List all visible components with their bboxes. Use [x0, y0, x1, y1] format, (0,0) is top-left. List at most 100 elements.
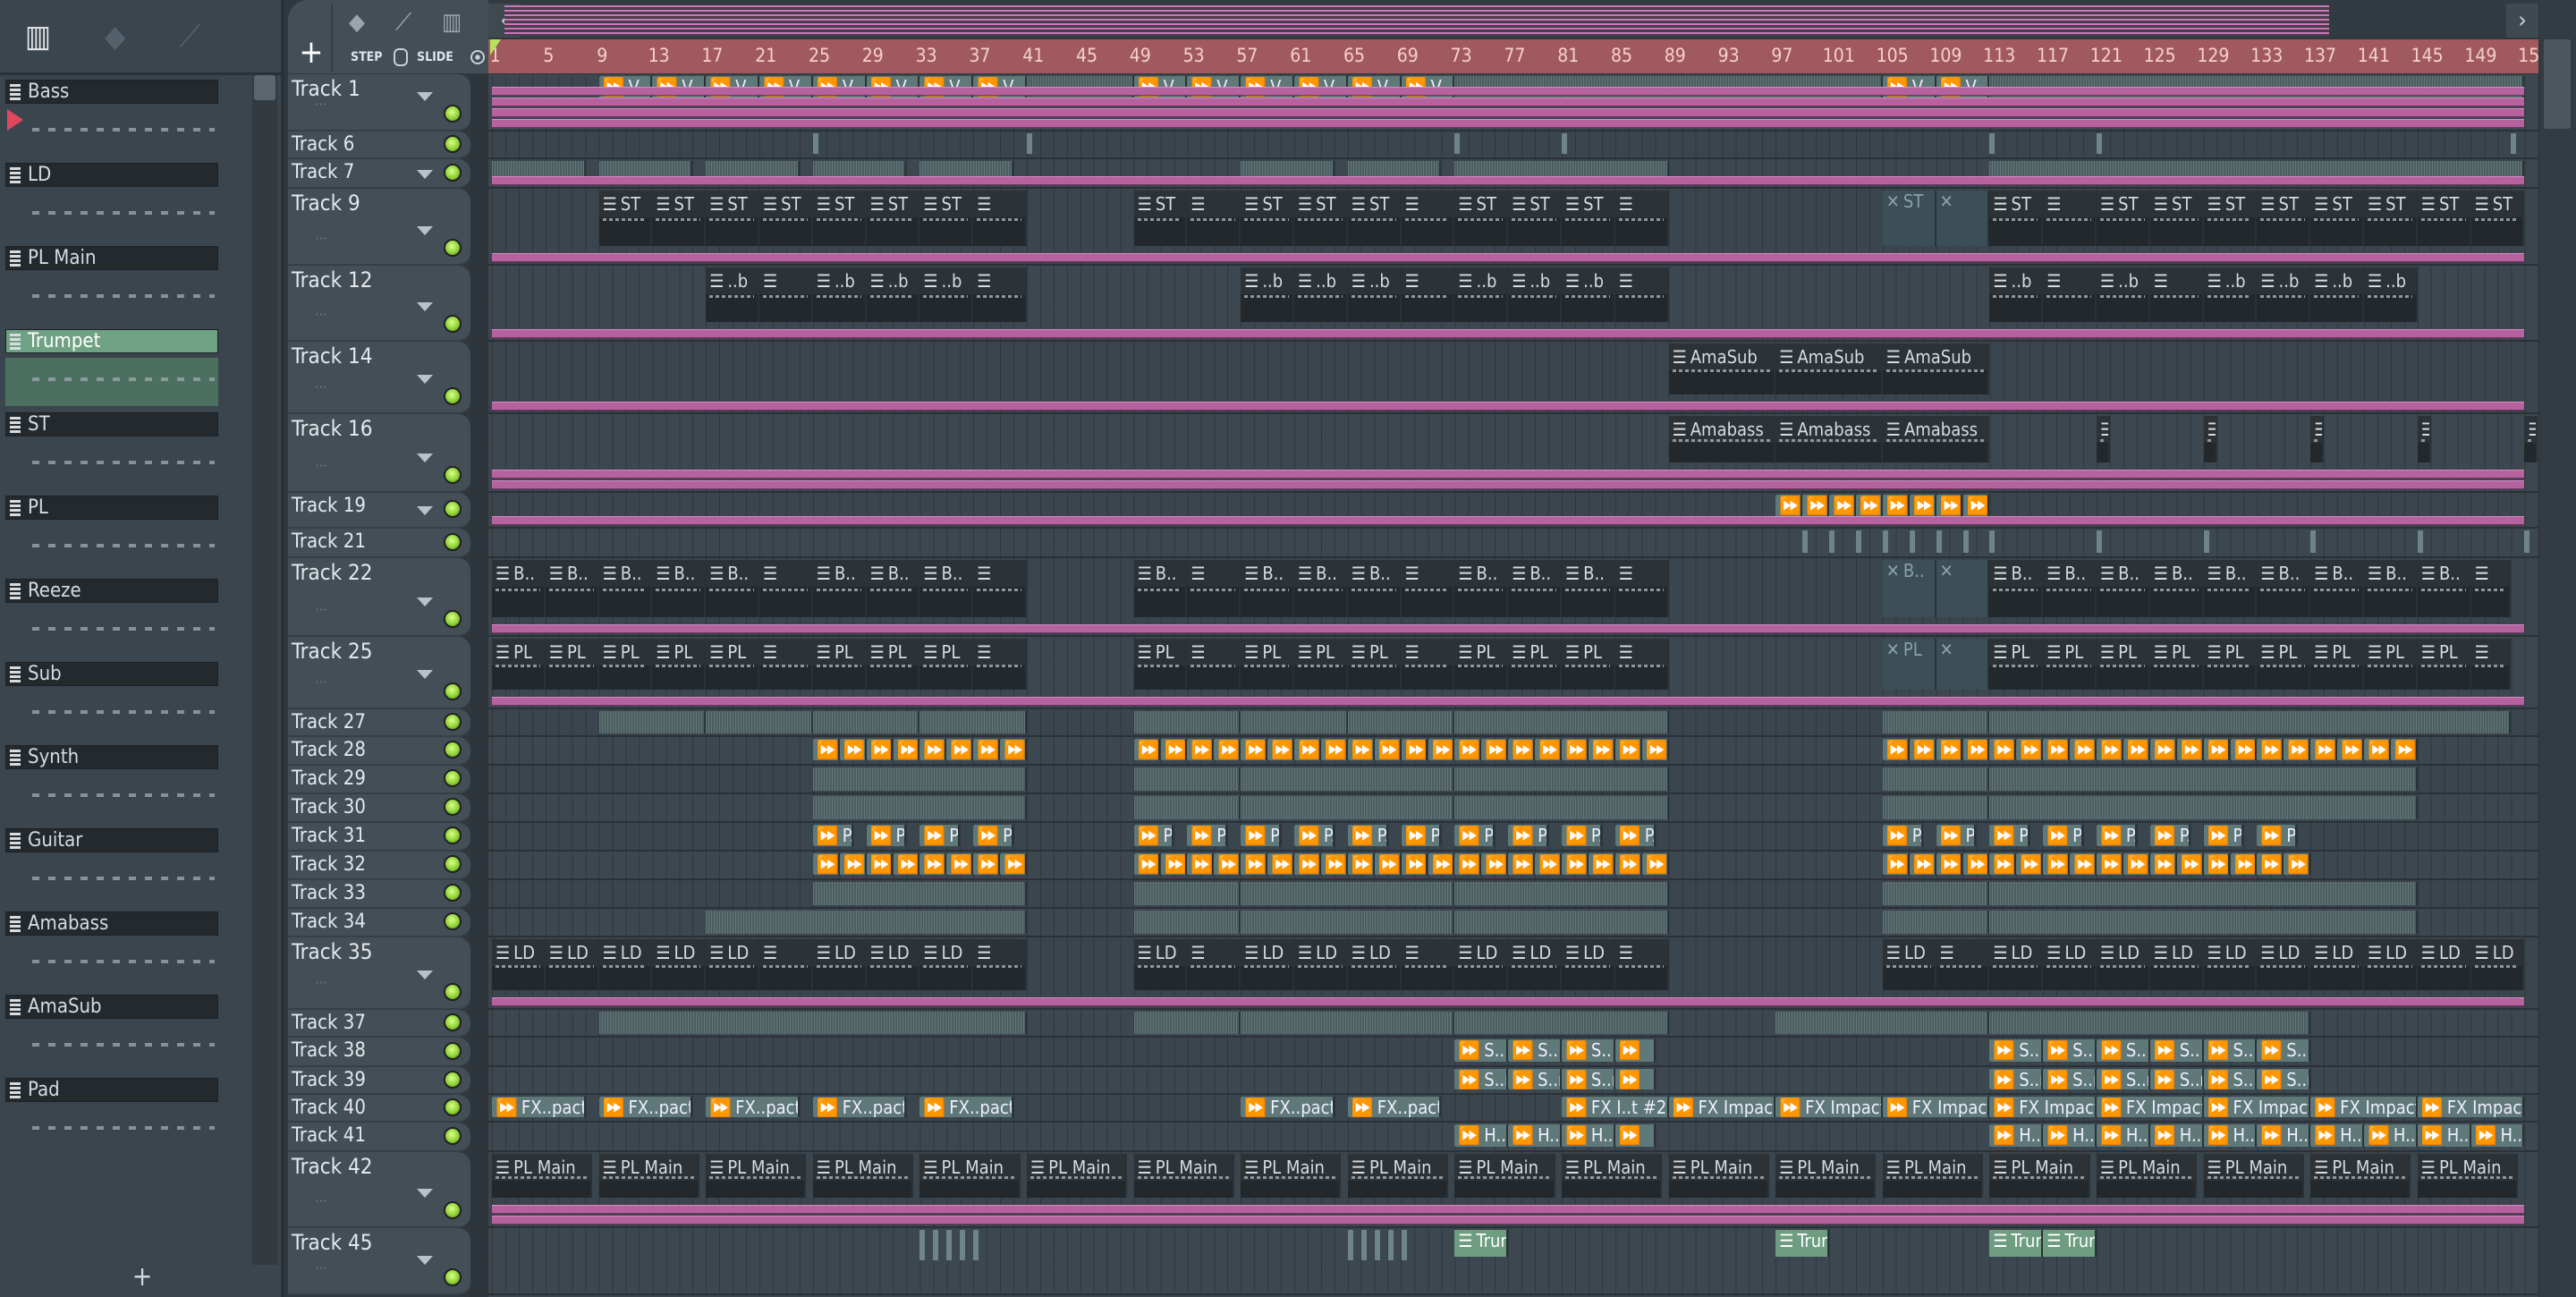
- clip[interactable]: ☰ PL Main: [2310, 1154, 2411, 1198]
- clip[interactable]: ⏩: [1374, 739, 1402, 760]
- clip[interactable]: ☰: [1614, 639, 1669, 690]
- clip[interactable]: ☰ ST: [1347, 191, 1402, 246]
- clip[interactable]: ☰ PL: [2364, 639, 2418, 690]
- channel-header[interactable]: Sub: [5, 662, 218, 686]
- clip[interactable]: ☰ B..: [1508, 560, 1562, 617]
- clip[interactable]: ☰ ..b: [1562, 267, 1615, 322]
- clip[interactable]: ☰ LD: [1133, 939, 1188, 990]
- clip[interactable]: ⏩ S..: [1562, 1039, 1615, 1062]
- clip[interactable]: ⏩ FX..pact: [919, 1097, 1014, 1117]
- clip[interactable]: ☰ B..: [652, 560, 707, 617]
- picker-scrollbar[interactable]: [252, 75, 277, 1265]
- track-name[interactable]: Track 9: [292, 191, 360, 216]
- clip[interactable]: [1241, 767, 1455, 791]
- clip[interactable]: ⏩: [2284, 853, 2311, 875]
- clip-marker[interactable]: [1909, 530, 1915, 553]
- clip[interactable]: [812, 711, 920, 733]
- clip[interactable]: ⏩: [2043, 739, 2071, 760]
- clip[interactable]: ☰ PL: [598, 639, 653, 690]
- clip[interactable]: ⏩: [1989, 739, 2017, 760]
- clip-marker[interactable]: [2203, 530, 2209, 553]
- clip[interactable]: ⏩: [1588, 853, 1615, 875]
- clip[interactable]: ⏩: [2149, 739, 2177, 760]
- clip[interactable]: ☰ PL: [1562, 639, 1615, 690]
- clip[interactable]: ⏩P..: [1347, 825, 1388, 846]
- clip[interactable]: ☰: [2043, 267, 2097, 322]
- channel-item[interactable]: Amabass: [5, 911, 218, 992]
- track-header[interactable]: Track 6: [288, 131, 470, 159]
- automation-clip[interactable]: [492, 480, 2524, 489]
- track-dropdown-icon[interactable]: [417, 1189, 433, 1198]
- clip[interactable]: ☰ Amabass: [1668, 416, 1776, 462]
- clip[interactable]: ⏩: [1481, 739, 1509, 760]
- clip[interactable]: ☰ PL Main: [706, 1154, 807, 1198]
- clip[interactable]: ⏩ H..: [1454, 1124, 1509, 1147]
- track-header[interactable]: Track 37: [288, 1010, 470, 1038]
- clip[interactable]: ☰ PL Main: [1562, 1154, 1663, 1198]
- clip[interactable]: ⏩P..: [1882, 825, 1923, 846]
- clip[interactable]: [1775, 1012, 1990, 1034]
- track-lane[interactable]: ⏩S..r⏩S..r⏩S..r⏩⏩S..r⏩S..r⏩S..r⏩S..r⏩S..…: [488, 1067, 2538, 1095]
- clip[interactable]: [1882, 767, 1990, 791]
- clip[interactable]: ☰ LD: [1294, 939, 1348, 990]
- clip-marker[interactable]: [1374, 1230, 1380, 1260]
- clip[interactable]: ☰ PL: [545, 639, 599, 690]
- clip[interactable]: ⏩: [919, 853, 947, 875]
- channel-item[interactable]: PL: [5, 496, 218, 576]
- clip[interactable]: ⏩: [1614, 1069, 1656, 1089]
- track-header[interactable]: Track 25 ···: [288, 637, 470, 709]
- track-mute-led[interactable]: [444, 387, 462, 405]
- clip[interactable]: ⏩: [1882, 739, 1910, 760]
- track-mute-led[interactable]: [444, 105, 462, 123]
- track-mute-led[interactable]: [444, 884, 462, 902]
- clip[interactable]: ☰ LD: [598, 939, 653, 990]
- clip[interactable]: ☰ PL Main: [1882, 1154, 1983, 1198]
- clip-marker[interactable]: [2511, 133, 2517, 154]
- clip[interactable]: ⏩S..r: [2257, 1069, 2311, 1089]
- track-mute-led[interactable]: [444, 1098, 462, 1116]
- clip[interactable]: ☰: [1187, 939, 1241, 990]
- clip[interactable]: ⏩ FX..pact: [812, 1097, 907, 1117]
- track-header[interactable]: Track 14 ···: [288, 342, 470, 414]
- clip-marker[interactable]: [1829, 530, 1835, 553]
- track-lane[interactable]: ⏩ FX..pact ⏩ FX..pact ⏩ FX..pact ⏩ FX..pact ⏩ FX.…: [488, 1095, 2538, 1123]
- automation-clip[interactable]: [492, 329, 2524, 338]
- clip-marker[interactable]: [1882, 530, 1888, 553]
- clip[interactable]: ⏩: [839, 739, 867, 760]
- clip[interactable]: [812, 796, 1027, 819]
- clip[interactable]: ⏩: [1000, 853, 1027, 875]
- clip[interactable]: ⏩ S..: [1454, 1039, 1509, 1062]
- clip[interactable]: ⏩: [2097, 739, 2123, 760]
- clip[interactable]: ☰ PL: [652, 639, 707, 690]
- clip[interactable]: [1882, 796, 1990, 819]
- clip-marker[interactable]: [1989, 530, 1996, 553]
- clip[interactable]: ☰ ST: [2097, 191, 2150, 246]
- clip[interactable]: ☰ ..b: [866, 267, 920, 322]
- clip[interactable]: ☰: [2470, 560, 2512, 617]
- clip-marker[interactable]: [1802, 530, 1809, 553]
- clip[interactable]: ☰ B..: [492, 560, 546, 617]
- clip[interactable]: ⏩: [1535, 853, 1562, 875]
- track-lane[interactable]: [488, 131, 2538, 159]
- clip[interactable]: ☰ PL Main: [1989, 1154, 2090, 1198]
- clip[interactable]: ☰ PL: [1241, 639, 1294, 690]
- clip[interactable]: ⏩ S..: [2257, 1039, 2311, 1062]
- track-header[interactable]: Track 12 ···: [288, 266, 470, 342]
- clip[interactable]: ⏩: [1000, 739, 1027, 760]
- clip[interactable]: ⏩: [2310, 739, 2338, 760]
- clip[interactable]: ⏩ H..: [1989, 1124, 2044, 1147]
- clip[interactable]: ☰ PL Main: [2417, 1154, 2518, 1198]
- clip[interactable]: ✕: [1936, 639, 1990, 690]
- clip[interactable]: ⏩: [1241, 853, 1268, 875]
- track-name[interactable]: Track 33: [292, 882, 366, 904]
- clip[interactable]: ☰: [2524, 416, 2538, 462]
- clip-marker[interactable]: [960, 1230, 966, 1260]
- clip[interactable]: [812, 767, 1027, 791]
- clip[interactable]: ☰: [1936, 939, 1990, 990]
- track-name[interactable]: Track 37: [292, 1012, 366, 1034]
- track-name[interactable]: Track 38: [292, 1039, 366, 1062]
- clip[interactable]: ⏩: [1347, 853, 1375, 875]
- clip[interactable]: ☰ ..b: [1294, 267, 1348, 322]
- clip[interactable]: ⏩: [1133, 739, 1161, 760]
- track-mute-led[interactable]: [444, 912, 462, 930]
